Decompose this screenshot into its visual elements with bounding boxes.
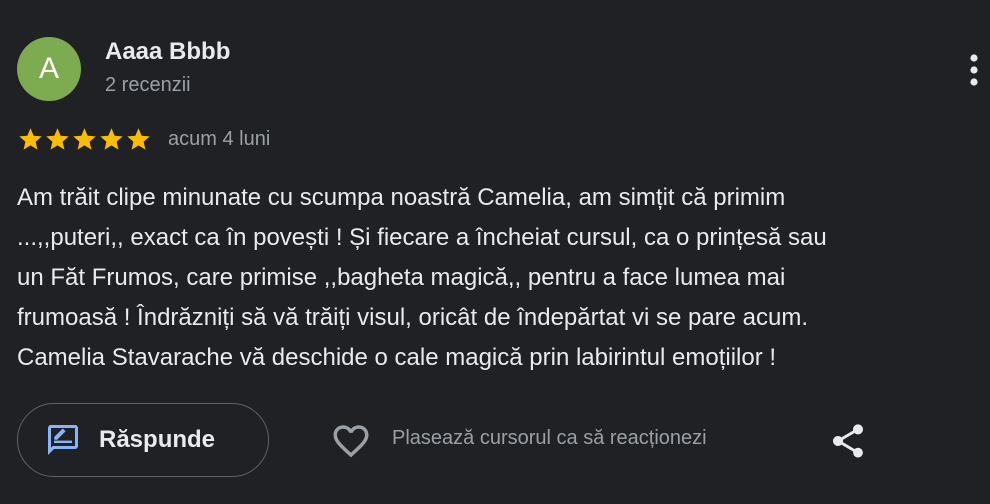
rate-review-icon bbox=[48, 425, 78, 455]
more-options-button[interactable] bbox=[960, 48, 988, 92]
review-card: A Aaaa Bbbb 2 recenzii acum 4 luni Am tr… bbox=[0, 0, 990, 504]
star-icon bbox=[100, 127, 123, 150]
review-text-line: ...,,puteri,, exact ca în povești ! Și f… bbox=[17, 224, 827, 251]
rating-row: acum 4 luni bbox=[17, 125, 270, 153]
review-date: acum 4 luni bbox=[168, 127, 271, 150]
star-icon bbox=[73, 127, 96, 150]
review-text-line: un Făt Frumos, care primise ,,bagheta ma… bbox=[17, 264, 786, 291]
star-icon bbox=[19, 127, 42, 150]
star-rating bbox=[17, 126, 152, 153]
review-text-line: Camelia Stavarache vă deschide o cale ma… bbox=[17, 344, 777, 371]
star-icon bbox=[46, 127, 69, 150]
avatar[interactable]: A bbox=[17, 37, 81, 101]
review-text: Am trăit clipe minunate cu scumpa noastr… bbox=[17, 178, 977, 378]
avatar-initial: A bbox=[38, 52, 59, 85]
reply-button[interactable]: Răspunde bbox=[17, 403, 269, 477]
heart-outline-icon bbox=[333, 425, 369, 458]
review-text-line: Am trăit clipe minunate cu scumpa noastr… bbox=[17, 184, 786, 211]
share-icon bbox=[833, 424, 863, 458]
author-review-count[interactable]: 2 recenzii bbox=[105, 74, 191, 97]
reply-label: Răspunde bbox=[99, 426, 216, 453]
star-icon bbox=[127, 127, 150, 150]
author-name[interactable]: Aaaa Bbbb bbox=[105, 38, 230, 66]
more-vert-icon bbox=[970, 54, 978, 86]
review-text-line: frumoasă ! Îndrăzniți să vă trăiți visul… bbox=[17, 304, 809, 331]
like-button[interactable] bbox=[330, 420, 372, 462]
react-hint: Plasează cursorul ca să reacționezi bbox=[392, 427, 707, 449]
share-button[interactable] bbox=[827, 420, 869, 462]
